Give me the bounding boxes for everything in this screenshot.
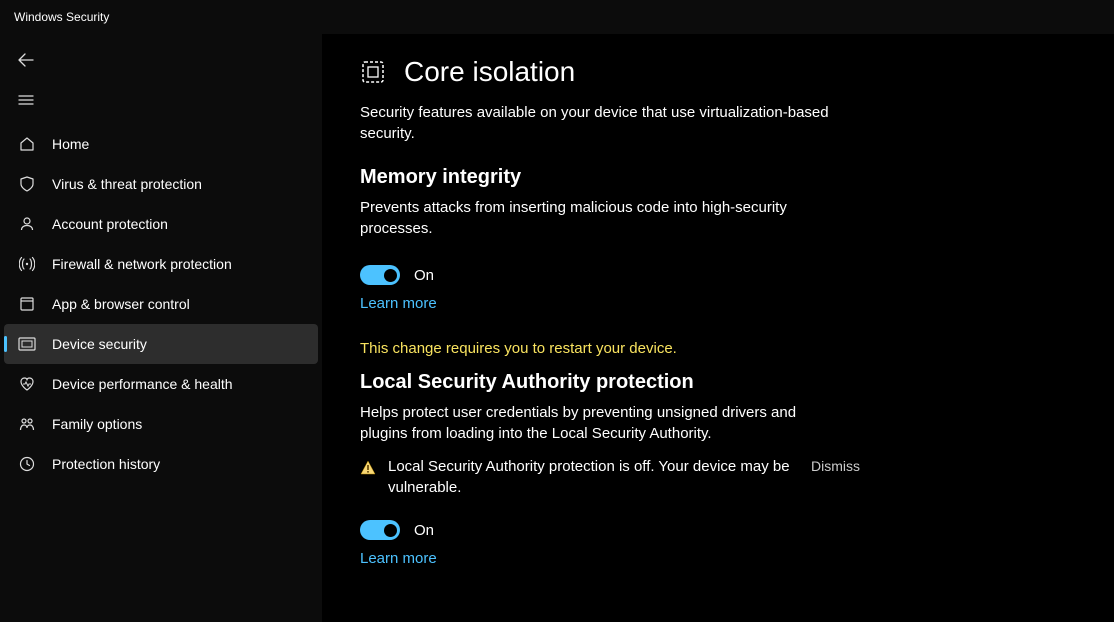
sidebar-item-family[interactable]: Family options <box>4 404 318 444</box>
lsa-toggle-label: On <box>414 522 434 539</box>
antenna-icon <box>18 255 36 273</box>
lsa-learn-more-link[interactable]: Learn more <box>360 550 437 567</box>
page-description: Security features available on your devi… <box>360 102 840 144</box>
sidebar-item-virus[interactable]: Virus & threat protection <box>4 164 318 204</box>
nav-list: Home Virus & threat protection Account p… <box>0 124 322 484</box>
warning-icon <box>360 460 376 476</box>
app-icon <box>18 295 36 313</box>
sidebar-item-device-security[interactable]: Device security <box>4 324 318 364</box>
sidebar-item-home[interactable]: Home <box>4 124 318 164</box>
toggle-knob <box>384 524 397 537</box>
lsa-heading: Local Security Authority protection <box>360 371 1098 394</box>
family-icon <box>18 415 36 433</box>
back-arrow-icon <box>18 52 34 68</box>
memory-integrity-toggle[interactable] <box>360 265 400 285</box>
home-icon <box>18 135 36 153</box>
lsa-description: Helps protect user credentials by preven… <box>360 402 840 444</box>
window-title-bar: Windows Security <box>0 0 1114 34</box>
back-button[interactable] <box>6 40 46 80</box>
sidebar-item-label: Account protection <box>52 216 168 232</box>
sidebar-item-label: Virus & threat protection <box>52 176 202 192</box>
main-content: Core isolation Security features availab… <box>322 34 1114 622</box>
lsa-toggle[interactable] <box>360 520 400 540</box>
dismiss-link[interactable]: Dismiss <box>811 458 860 474</box>
heart-icon <box>18 375 36 393</box>
sidebar: Home Virus & threat protection Account p… <box>0 34 322 622</box>
hamburger-icon <box>18 92 34 108</box>
lsa-warning-text: Local Security Authority protection is o… <box>388 456 799 498</box>
sidebar-item-firewall[interactable]: Firewall & network protection <box>4 244 318 284</box>
sidebar-item-label: Device performance & health <box>52 376 233 392</box>
sidebar-item-app[interactable]: App & browser control <box>4 284 318 324</box>
shield-icon <box>18 175 36 193</box>
memory-integrity-learn-more-link[interactable]: Learn more <box>360 295 437 312</box>
memory-integrity-heading: Memory integrity <box>360 166 1098 189</box>
sidebar-item-performance[interactable]: Device performance & health <box>4 364 318 404</box>
lsa-alert: Local Security Authority protection is o… <box>360 456 860 498</box>
page-title: Core isolation <box>404 56 575 88</box>
window-title: Windows Security <box>14 10 109 24</box>
sidebar-item-label: App & browser control <box>52 296 190 312</box>
sidebar-item-label: Family options <box>52 416 142 432</box>
sidebar-item-account[interactable]: Account protection <box>4 204 318 244</box>
toggle-knob <box>384 269 397 282</box>
sidebar-item-label: Home <box>52 136 89 152</box>
history-icon <box>18 455 36 473</box>
sidebar-item-label: Device security <box>52 336 147 352</box>
chip-icon <box>18 335 36 353</box>
page-header: Core isolation <box>360 56 1098 88</box>
sidebar-item-history[interactable]: Protection history <box>4 444 318 484</box>
hamburger-button[interactable] <box>6 80 46 120</box>
person-icon <box>18 215 36 233</box>
sidebar-item-label: Firewall & network protection <box>52 256 232 272</box>
core-isolation-icon <box>360 59 386 85</box>
restart-notice: This change requires you to restart your… <box>360 340 1098 357</box>
memory-integrity-toggle-row: On <box>360 265 1098 285</box>
memory-integrity-toggle-label: On <box>414 267 434 284</box>
memory-integrity-description: Prevents attacks from inserting maliciou… <box>360 197 840 239</box>
sidebar-item-label: Protection history <box>52 456 160 472</box>
lsa-toggle-row: On <box>360 520 1098 540</box>
